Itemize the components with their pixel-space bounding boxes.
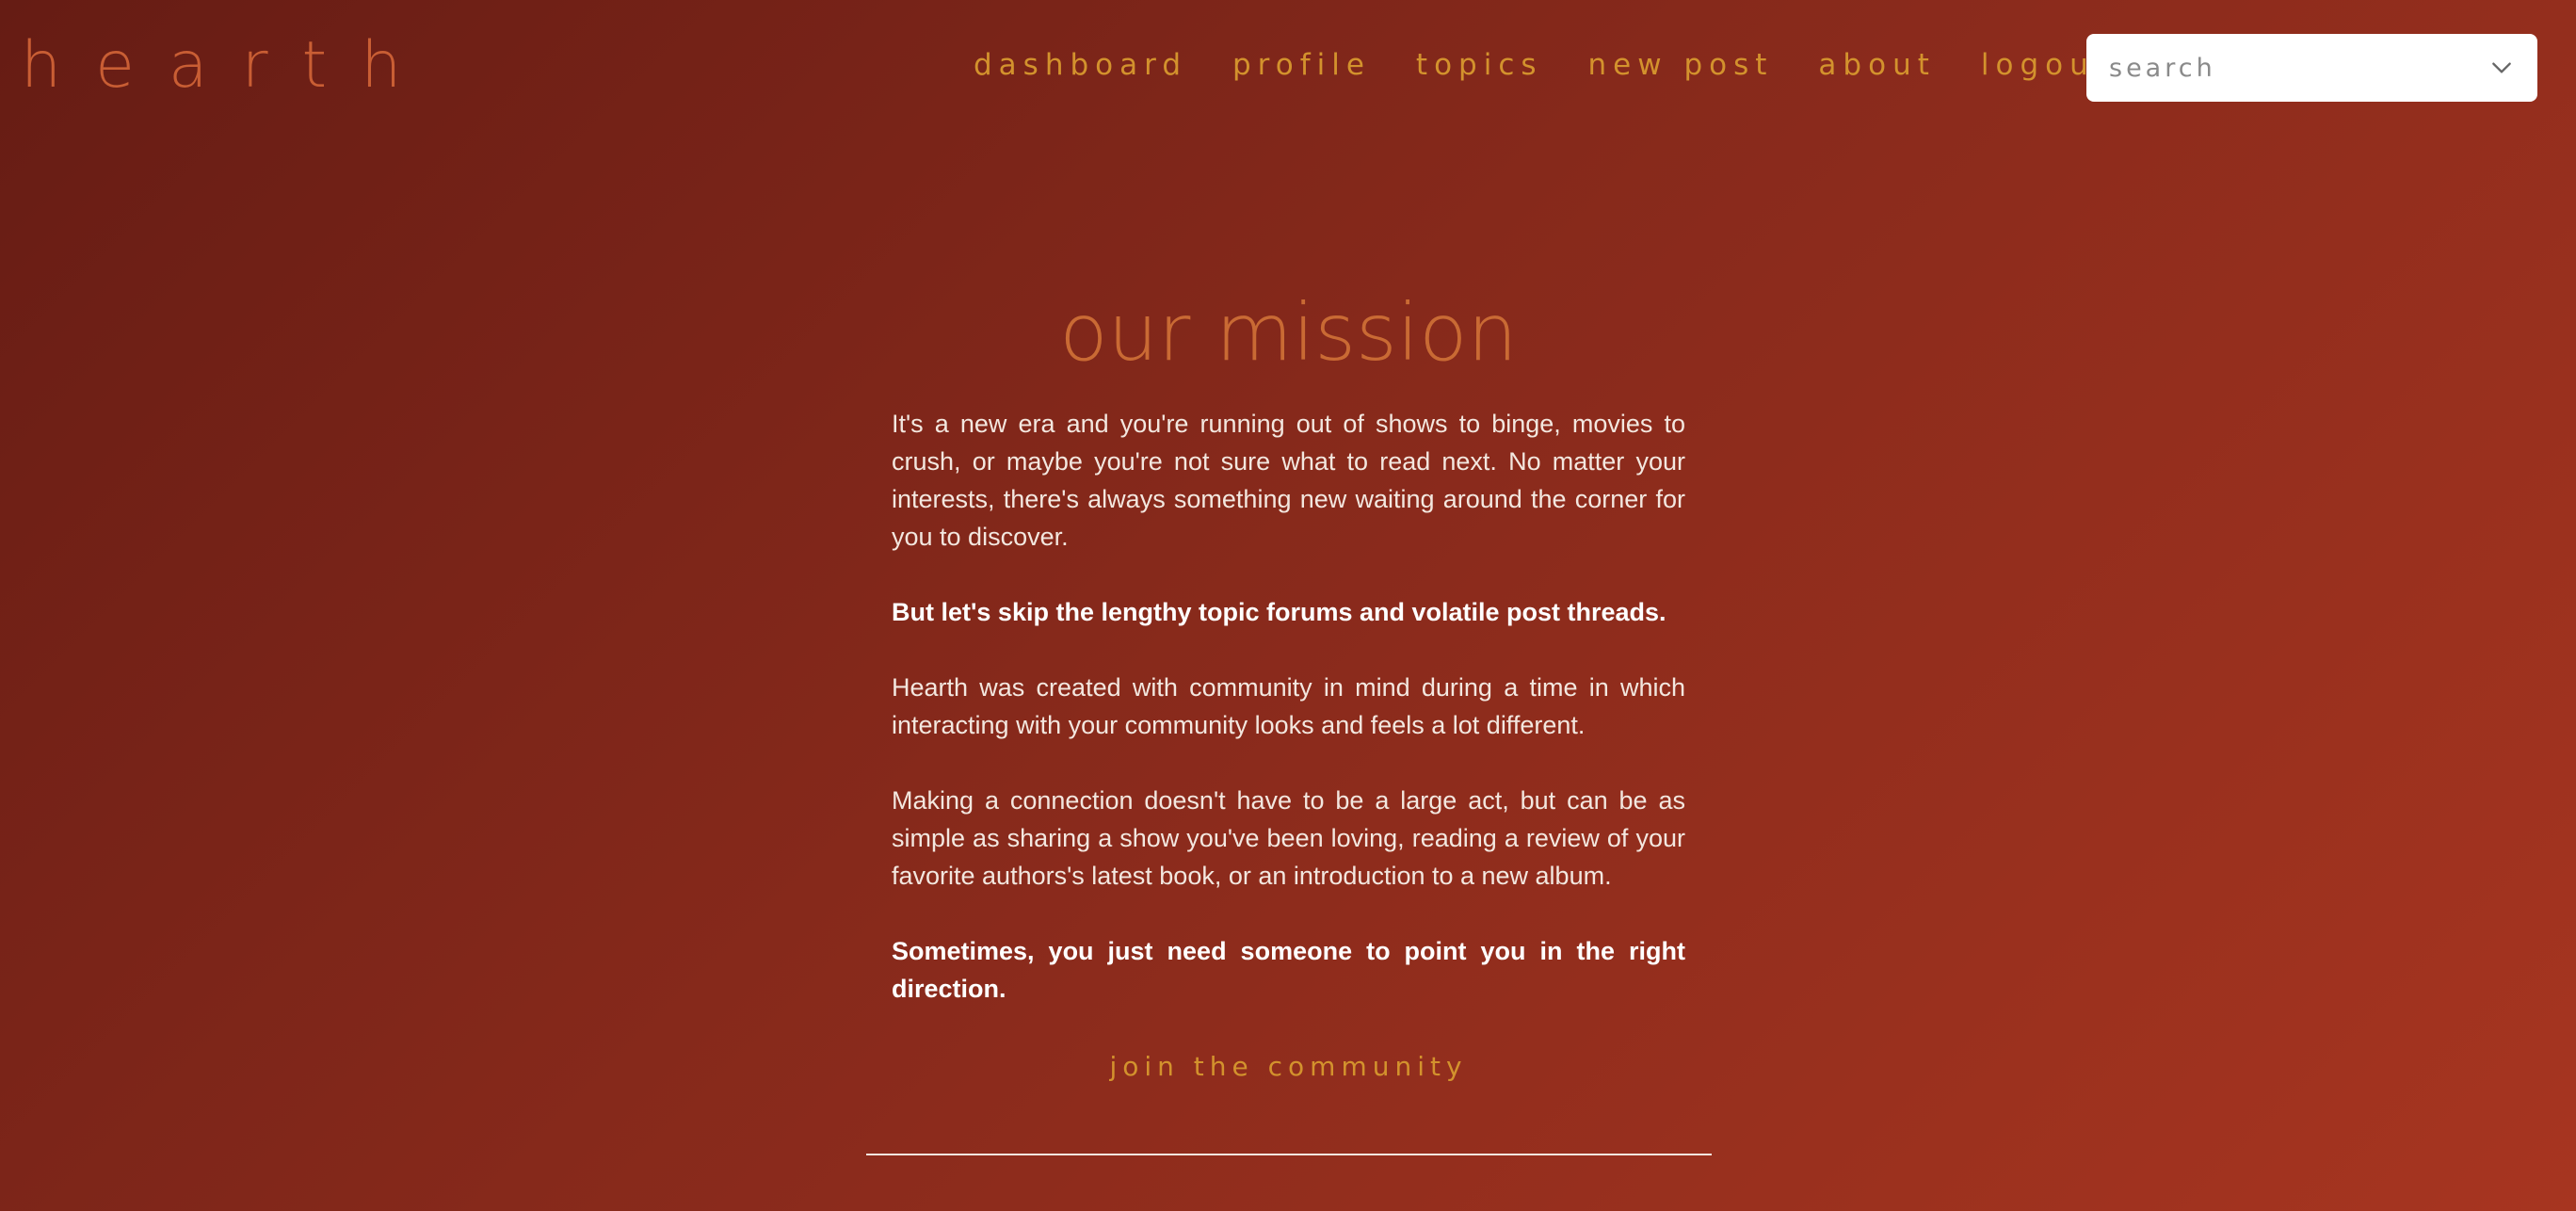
nav-new-post-link[interactable]: new post [1588,48,1774,82]
nav-profile-link[interactable]: profile [1232,48,1371,82]
nav-topics-link[interactable]: topics [1416,48,1543,82]
brand-logo[interactable]: hearth [21,21,435,111]
nav-about-link[interactable]: about [1818,48,1935,82]
nav-dashboard-link[interactable]: dashboard [974,48,1187,82]
chevron-down-icon[interactable] [2488,55,2515,81]
page-title: our mission [1059,286,1518,379]
main-nav: dashboard profile topics new post about … [974,32,2201,98]
join-community-link[interactable]: join the community [892,1051,1685,1082]
mission-paragraph-intro: It's a new era and you're running out of… [892,410,1685,551]
section-divider [866,1154,1712,1155]
mission-section: our mission It's a new era and you're ru… [892,273,1685,1082]
mission-highlight-skip-forums: But let's skip the lengthy topic forums … [892,598,1666,626]
mission-paragraph-community: Hearth was created with community in min… [892,673,1685,739]
mission-paragraph-connection: Making a connection doesn't have to be a… [892,786,1685,890]
search-box [2086,34,2537,102]
search-input[interactable] [2109,53,2488,83]
mission-highlight-direction: Sometimes, you just need someone to poin… [892,937,1685,1003]
